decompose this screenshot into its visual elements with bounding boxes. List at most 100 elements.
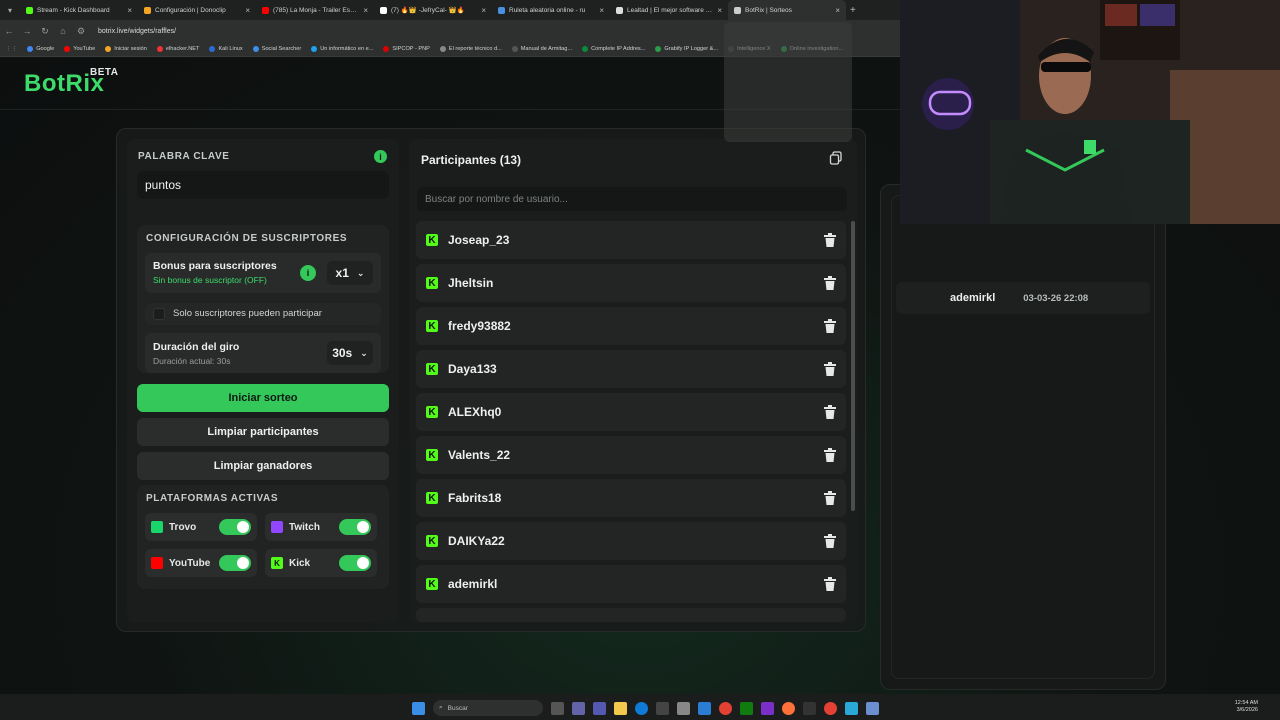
- only-subs-row[interactable]: Solo suscriptores pueden participar: [145, 303, 381, 325]
- start-raffle-button[interactable]: Iniciar sorteo: [137, 384, 389, 412]
- copy-icon[interactable]: [829, 151, 843, 165]
- settings-icon[interactable]: [677, 701, 690, 715]
- bookmark[interactable]: Manual de Armitag...: [511, 46, 573, 52]
- browser-tab[interactable]: Stream - Kick Dashboard ×: [20, 0, 138, 20]
- keyword-input[interactable]: puntos: [137, 171, 389, 199]
- firefox-icon[interactable]: [782, 701, 795, 715]
- apps-icon[interactable]: ⋮⋮: [6, 46, 17, 52]
- bookmark[interactable]: YouTube: [64, 46, 95, 52]
- kick-icon: K: [426, 535, 438, 547]
- taskbar-clock[interactable]: 12:54 AM 3/6/2026: [1235, 700, 1258, 714]
- trash-icon[interactable]: [824, 448, 836, 462]
- bookmark-favicon-icon: [511, 46, 518, 52]
- platform-name: Kick: [289, 557, 311, 569]
- trash-icon[interactable]: [824, 491, 836, 505]
- info-icon[interactable]: i: [374, 150, 387, 163]
- bookmark[interactable]: Iniciar sesión: [105, 46, 147, 52]
- chrome-alt-icon[interactable]: [824, 701, 837, 715]
- close-tab-icon[interactable]: ×: [835, 6, 840, 15]
- file-explorer-icon[interactable]: [614, 701, 627, 715]
- winner-date: 03-03-26 22:08: [1023, 292, 1089, 304]
- bookmark[interactable]: elhacker.NET: [156, 46, 199, 52]
- bookmark[interactable]: SIPCOP - PNP: [383, 46, 430, 52]
- windows-start-icon[interactable]: [412, 701, 425, 715]
- bonus-multiplier-select[interactable]: x1 ⌄: [327, 261, 373, 285]
- browser-tab[interactable]: (7) 🔥👑 -JefryCal- 👑🔥 ×: [374, 0, 492, 20]
- back-icon[interactable]: ←: [0, 26, 18, 36]
- taskbar-search[interactable]: ⌕ Buscar: [433, 700, 543, 716]
- close-tab-icon[interactable]: ×: [127, 6, 132, 15]
- copilot-icon[interactable]: [572, 701, 585, 715]
- tab-favicon-icon: [26, 6, 33, 14]
- notepad-icon[interactable]: [866, 701, 879, 715]
- app2-icon[interactable]: [845, 701, 858, 715]
- bookmark[interactable]: Un informático en e...: [311, 46, 373, 52]
- vscode-icon[interactable]: [698, 701, 711, 715]
- bonus-info-icon[interactable]: i: [300, 265, 316, 281]
- xbox-icon[interactable]: [740, 701, 753, 715]
- trash-icon[interactable]: [824, 276, 836, 290]
- trash-icon[interactable]: [824, 534, 836, 548]
- trash-icon[interactable]: [824, 362, 836, 376]
- platforms-label: PLATAFORMAS ACTIVAS: [146, 493, 279, 504]
- site-info-icon[interactable]: ⚙: [72, 26, 90, 37]
- tab-favicon-icon: [734, 6, 741, 14]
- new-tab-icon[interactable]: +: [850, 5, 856, 16]
- platform-toggle[interactable]: [339, 519, 371, 535]
- keyword-label: PALABRA CLAVE: [138, 151, 230, 162]
- duration-select[interactable]: 30s ⌄: [327, 341, 373, 365]
- trash-icon[interactable]: [824, 405, 836, 419]
- home-icon[interactable]: ⌂: [54, 26, 72, 36]
- close-tab-icon[interactable]: ×: [245, 6, 250, 15]
- teams-icon[interactable]: [593, 701, 606, 715]
- chrome-icon[interactable]: [719, 701, 732, 715]
- bonus-multiplier-value: x1: [335, 266, 349, 280]
- bookmark[interactable]: El reporte técnico d...: [439, 46, 502, 52]
- tab-search-icon[interactable]: ▾: [0, 6, 20, 15]
- participant-name: DAIKYa22: [448, 534, 505, 548]
- participant-list: K Joseap_23 K Jheltsin K fredy93882 K Da…: [416, 221, 846, 623]
- forward-icon[interactable]: →: [18, 26, 36, 36]
- browser-tab[interactable]: Lealtad | El mejor software par ×: [610, 0, 728, 20]
- bookmark[interactable]: Complete IP Addres...: [582, 46, 645, 52]
- trash-icon[interactable]: [824, 577, 836, 591]
- store-icon[interactable]: [656, 701, 669, 715]
- close-tab-icon[interactable]: ×: [717, 6, 722, 15]
- app-icon[interactable]: [761, 701, 774, 715]
- bookmark[interactable]: Kali Linux: [209, 46, 243, 52]
- task-view-icon[interactable]: [551, 701, 564, 715]
- clear-winners-button[interactable]: Limpiar ganadores: [137, 452, 389, 480]
- bookmark-favicon-icon: [655, 46, 662, 52]
- bookmark[interactable]: Social Searcher: [252, 46, 301, 52]
- bookmark[interactable]: Grabify IP Logger &...: [655, 46, 718, 52]
- participant-name: ALEXhq0: [448, 405, 502, 419]
- browser-tab[interactable]: Configuración | Donoclip ×: [138, 0, 256, 20]
- platform-toggle[interactable]: [219, 555, 251, 571]
- platform-toggle[interactable]: [219, 519, 251, 535]
- scrollbar[interactable]: [851, 221, 855, 511]
- browser-tab[interactable]: BotRix | Sorteos ×: [728, 0, 846, 20]
- trash-icon[interactable]: [824, 233, 836, 247]
- bonus-title: Bonus para suscriptores: [153, 260, 277, 272]
- reload-icon[interactable]: ↻: [36, 26, 54, 37]
- bookmark[interactable]: Google: [27, 46, 54, 52]
- obs-icon[interactable]: [803, 701, 816, 715]
- browser-tab[interactable]: Ruleta aleatoria online - ru ×: [492, 0, 610, 20]
- url-field[interactable]: botrix.live/widgets/raffles/: [98, 28, 176, 35]
- close-tab-icon[interactable]: ×: [481, 6, 486, 15]
- clear-participants-button[interactable]: Limpiar participantes: [137, 418, 389, 446]
- only-subs-checkbox[interactable]: [153, 308, 165, 320]
- browser-tab[interactable]: (785) La Monja - Trailer Españo ×: [256, 0, 374, 20]
- close-tab-icon[interactable]: ×: [599, 6, 604, 15]
- botrix-logo[interactable]: BotRix BETA: [24, 67, 118, 98]
- trash-icon[interactable]: [824, 319, 836, 333]
- duration-title: Duración del giro: [153, 341, 240, 353]
- close-tab-icon[interactable]: ×: [363, 6, 368, 15]
- participant-row: K Jheltsin: [416, 264, 846, 302]
- bookmark-favicon-icon: [209, 46, 216, 52]
- bookmark-label: Grabify IP Logger &...: [664, 46, 719, 52]
- platform-toggle[interactable]: [339, 555, 371, 571]
- participant-search-input[interactable]: Buscar por nombre de usuario...: [417, 187, 847, 211]
- edge-icon[interactable]: [635, 701, 648, 715]
- bookmark-label: Manual de Armitag...: [520, 46, 573, 52]
